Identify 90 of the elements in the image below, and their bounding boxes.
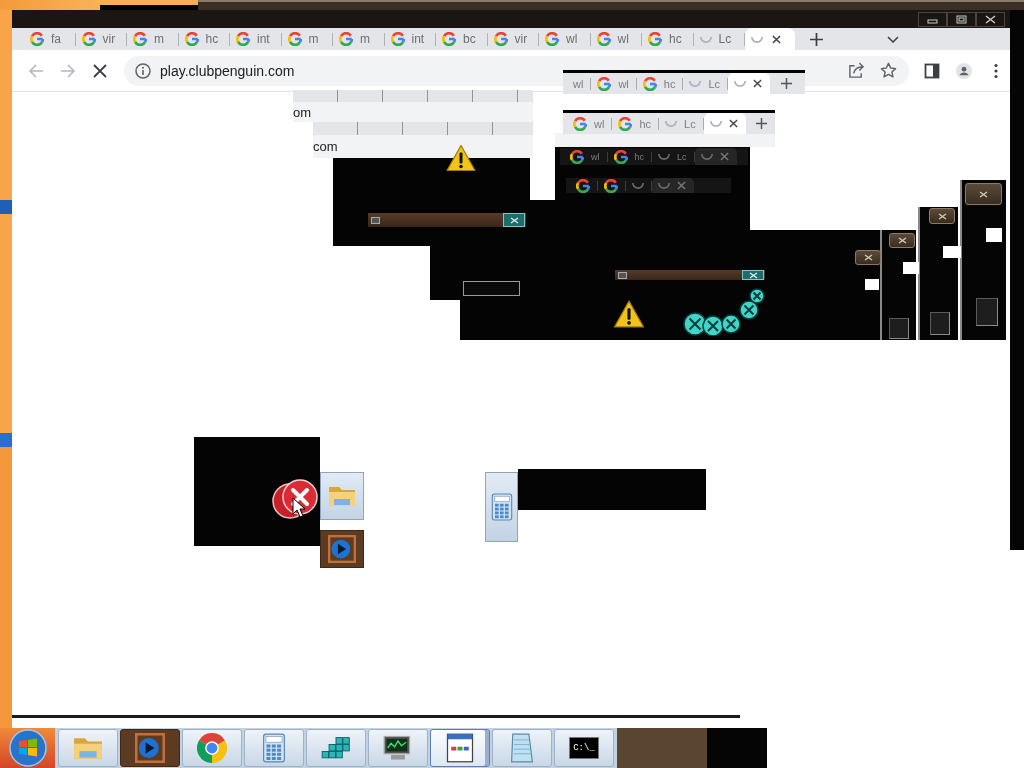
g-logo-icon	[576, 178, 590, 193]
spinner-icon	[665, 120, 677, 127]
minimize-button[interactable]	[918, 12, 947, 27]
g-logo-icon	[30, 32, 44, 46]
spinner-icon	[658, 182, 670, 189]
monitor-icon	[383, 733, 413, 763]
window-button[interactable]	[889, 318, 909, 339]
g-logo-icon	[390, 32, 405, 46]
restore-button[interactable]	[947, 12, 976, 27]
window-button[interactable]	[930, 312, 950, 335]
window-icon	[445, 733, 475, 763]
start-button[interactable]	[6, 729, 49, 767]
terminal-icon: C:\_	[569, 737, 599, 759]
arrow-right-icon	[60, 62, 76, 79]
warning-icon	[446, 144, 476, 172]
g-logo-icon	[613, 149, 628, 164]
close-icon	[748, 271, 758, 279]
g-logo-icon	[493, 32, 508, 46]
close-button[interactable]	[929, 208, 955, 224]
chevron-down-icon	[887, 35, 899, 43]
info-icon[interactable]	[135, 62, 151, 79]
spinner-icon	[699, 35, 712, 43]
close-icon	[897, 237, 907, 244]
warning-icon	[613, 300, 645, 328]
g-logo-icon	[339, 32, 353, 46]
spinner-icon	[658, 153, 670, 160]
close-icon	[979, 190, 988, 198]
g-logo-icon	[545, 32, 559, 46]
play-icon	[328, 535, 356, 563]
g-logo-icon	[570, 149, 584, 164]
g-logo-icon	[81, 32, 96, 46]
share-icon	[847, 62, 865, 79]
glitch-block	[986, 228, 1002, 242]
plus-icon	[780, 78, 792, 89]
restore-icon	[956, 15, 967, 24]
browser-icon	[197, 733, 227, 763]
plus-icon	[809, 32, 823, 46]
taskbar-button[interactable]: C:\_	[554, 729, 614, 767]
g-logo-icon	[442, 32, 456, 46]
taskbar-button[interactable]	[430, 729, 490, 767]
window-button[interactable]	[976, 298, 998, 326]
close-button[interactable]	[855, 250, 881, 265]
g-logo-icon	[287, 32, 302, 46]
plus-icon	[756, 118, 768, 129]
taskbar-button[interactable]	[306, 729, 366, 767]
g-logo-icon	[642, 76, 657, 91]
close-icon	[509, 216, 519, 224]
close-icon	[92, 62, 108, 79]
g-logo-icon	[236, 32, 250, 46]
taskbar-button[interactable]	[368, 729, 428, 767]
play-icon	[135, 733, 165, 763]
avatar-icon	[956, 62, 972, 79]
url-text: play.clubpenguin.com	[160, 62, 295, 79]
close-button[interactable]	[976, 12, 1005, 27]
spinner-icon	[709, 120, 722, 127]
app-icon	[371, 216, 380, 224]
g-logo-icon	[596, 32, 611, 46]
g-logo-icon	[618, 116, 633, 131]
spinner-icon	[632, 182, 644, 189]
close-icon	[863, 254, 873, 261]
g-logo-icon	[648, 32, 662, 46]
close-icon	[985, 15, 996, 24]
close-icon	[937, 212, 947, 220]
side-panel-icon	[924, 62, 940, 79]
close-icon[interactable]	[772, 34, 781, 44]
address-bar-fragment: om	[293, 102, 533, 122]
star-icon	[879, 62, 897, 79]
windows-logo-icon	[6, 729, 49, 767]
close-icon[interactable]	[753, 79, 763, 88]
app-icon	[618, 271, 627, 279]
arrow-left-icon	[28, 62, 44, 79]
g-logo-icon	[133, 32, 147, 46]
spinner-icon	[751, 35, 763, 43]
close-button[interactable]	[503, 213, 525, 227]
glitch-block	[943, 246, 961, 258]
close-icon[interactable]	[728, 119, 738, 128]
spinner-icon	[700, 153, 713, 160]
g-logo-icon	[604, 178, 618, 193]
spinner-icon	[689, 80, 702, 87]
glitch-block	[903, 262, 919, 274]
spinner-icon	[734, 80, 747, 87]
close-button[interactable]	[965, 183, 1002, 205]
g-logo-icon	[184, 32, 199, 46]
dialog-button[interactable]	[463, 281, 520, 296]
g-logo-icon	[597, 76, 612, 91]
mouse-cursor-icon	[292, 497, 306, 518]
close-button[interactable]	[742, 270, 764, 280]
g-logo-icon	[573, 116, 587, 131]
close-button[interactable]	[889, 233, 915, 248]
address-bar-fragment: com	[313, 135, 533, 158]
